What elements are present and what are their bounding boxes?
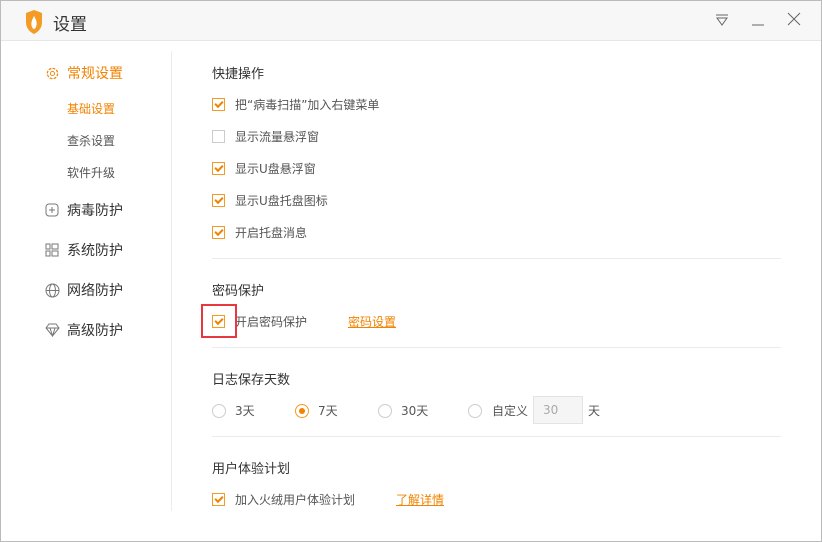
sidebar-item-advanced[interactable]: 高级防护: [44, 320, 123, 340]
close-icon: [787, 12, 801, 26]
diamond-icon: [44, 322, 60, 338]
sidebar-item-label: 网络防护: [67, 283, 123, 299]
sidebar-item-network[interactable]: 网络防护: [44, 280, 123, 300]
radio-button[interactable]: [378, 403, 392, 418]
radio-3-days[interactable]: 3天: [212, 402, 255, 419]
option-label: 开启密码保护: [235, 315, 308, 329]
huorong-logo-icon: [26, 10, 42, 34]
divider: [212, 258, 781, 259]
section-title-shortcut: 快捷操作: [212, 67, 265, 82]
radio-button[interactable]: [295, 403, 309, 418]
option-label: 显示U盘托盘图标: [235, 194, 328, 208]
option-label: 加入火绒用户体验计划: [235, 493, 356, 507]
checkbox[interactable]: [212, 162, 225, 175]
sidebar-subitem-basic[interactable]: 基础设置: [67, 100, 115, 117]
radio-30-days[interactable]: 30天: [378, 402, 428, 419]
option-label: 开启托盘消息: [235, 226, 308, 240]
option-traffic-float[interactable]: 显示流量悬浮窗: [212, 128, 319, 145]
radio-7-days[interactable]: 7天: [295, 402, 338, 419]
password-settings-link[interactable]: 密码设置: [348, 313, 396, 330]
triangle-down-icon: [716, 14, 728, 26]
section-title-ux: 用户体验计划: [212, 462, 291, 477]
option-usb-float[interactable]: 显示U盘悬浮窗: [212, 160, 316, 177]
radio-label: 7天: [318, 404, 338, 418]
custom-days-input[interactable]: [533, 396, 583, 424]
gear-icon: [44, 65, 60, 81]
sidebar-divider: [171, 51, 172, 511]
option-label: 显示流量悬浮窗: [235, 130, 320, 144]
radio-button[interactable]: [468, 403, 482, 418]
sidebar-item-system[interactable]: 系统防护: [44, 240, 123, 260]
sidebar-subitem-upgrade[interactable]: 软件升级: [67, 164, 115, 181]
sidebar-item-label: 常规设置: [67, 66, 123, 82]
option-usb-tray[interactable]: 显示U盘托盘图标: [212, 192, 328, 209]
close-button[interactable]: [784, 11, 804, 31]
sidebar-item-label: 病毒防护: [67, 203, 123, 219]
minimize-button[interactable]: [748, 11, 768, 31]
checkbox[interactable]: [212, 493, 225, 506]
radio-button[interactable]: [212, 403, 226, 418]
radio-label: 30天: [401, 404, 429, 418]
highlight-box: [201, 304, 237, 338]
learn-more-link[interactable]: 了解详情: [396, 491, 444, 508]
sidebar-item-virus[interactable]: 病毒防护: [44, 200, 123, 220]
sidebar-item-label: 高级防护: [67, 323, 123, 339]
sidebar-item-label: 系统防护: [67, 243, 123, 259]
window-title: 设置: [53, 15, 87, 35]
checkbox[interactable]: [212, 226, 225, 239]
option-tray-message[interactable]: 开启托盘消息: [212, 224, 307, 241]
settings-window: 设置 常规设置 基础设置 查杀设置 软件升级 病毒防护 系统防护 网络防护 高级…: [0, 0, 822, 542]
sidebar-item-general[interactable]: 常规设置: [44, 63, 123, 83]
radio-label: 3天: [235, 404, 255, 418]
title-bar: 设置: [1, 1, 821, 41]
checkbox[interactable]: [212, 98, 225, 111]
globe-icon: [44, 282, 60, 298]
sidebar-subitem-scan[interactable]: 查杀设置: [67, 132, 115, 149]
section-title-log: 日志保存天数: [212, 373, 291, 388]
option-context-menu[interactable]: 把“病毒扫描”加入右键菜单: [212, 96, 379, 113]
checkbox[interactable]: [212, 194, 225, 207]
radio-custom[interactable]: 自定义: [468, 402, 528, 419]
section-title-password: 密码保护: [212, 284, 265, 299]
option-label: 显示U盘悬浮窗: [235, 162, 316, 176]
divider: [212, 436, 781, 437]
grid-icon: [44, 242, 60, 258]
option-label: 把“病毒扫描”加入右键菜单: [235, 98, 380, 112]
checkbox[interactable]: [212, 130, 225, 143]
radio-label: 自定义: [492, 404, 529, 418]
minimize-icon: [752, 24, 764, 26]
days-unit-label: 天: [588, 404, 601, 418]
divider: [212, 347, 781, 348]
plus-box-icon: [44, 202, 60, 218]
option-ux-plan[interactable]: 加入火绒用户体验计划: [212, 491, 355, 508]
menu-dropdown-button[interactable]: [712, 11, 732, 31]
